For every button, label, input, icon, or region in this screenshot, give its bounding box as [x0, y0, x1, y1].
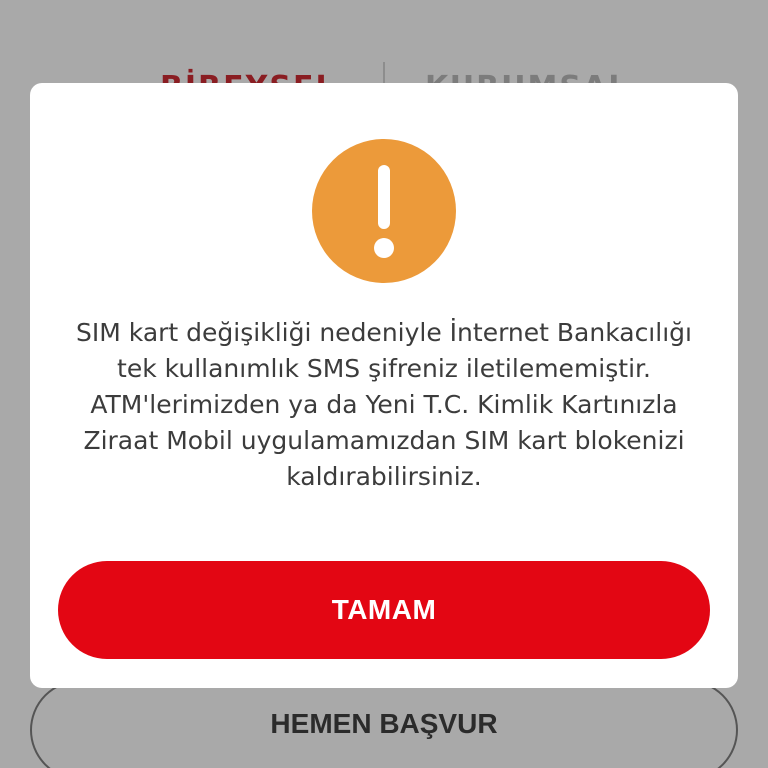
ok-button[interactable]: TAMAM — [58, 561, 710, 659]
alert-dialog: SIM kart değişikliği nedeniyle İnternet … — [30, 83, 738, 688]
apply-now-button[interactable]: HEMEN BAŞVUR — [30, 680, 738, 768]
dialog-message: SIM kart değişikliği nedeniyle İnternet … — [76, 318, 692, 491]
exclamation-dot — [374, 238, 394, 258]
exclamation-bar — [378, 165, 390, 229]
exclamation-warning-icon — [312, 139, 456, 283]
